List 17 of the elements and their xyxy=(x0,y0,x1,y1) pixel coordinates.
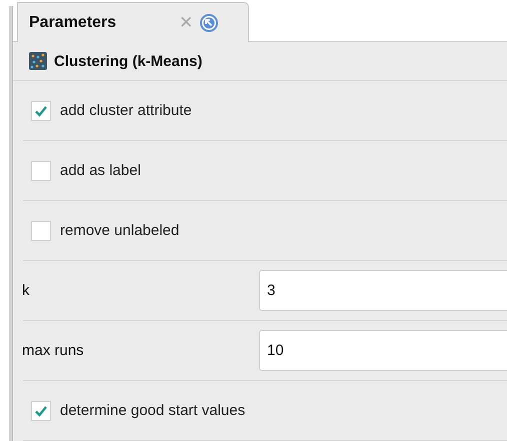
checkbox-label: add cluster attribute xyxy=(60,102,192,119)
checkbox[interactable] xyxy=(31,100,51,120)
number-field[interactable]: 3 xyxy=(259,270,507,311)
parameter-label: k xyxy=(22,282,30,299)
checkbox[interactable] xyxy=(31,220,51,240)
parameters-tab[interactable]: Parameters ✕ xyxy=(17,2,249,42)
number-field[interactable]: 10 xyxy=(259,330,507,371)
checkbox-label: add as label xyxy=(60,162,141,179)
checkmark-icon xyxy=(34,104,48,118)
checkbox-label: remove unlabeled xyxy=(60,222,180,239)
checkbox-label: determine good start values xyxy=(60,402,246,419)
checkmark-icon xyxy=(34,404,48,418)
checkbox[interactable] xyxy=(31,160,51,180)
scatter-icon xyxy=(29,52,47,70)
checkbox[interactable] xyxy=(31,400,51,420)
operator-name: Clustering (k-Means) xyxy=(54,52,202,70)
parameter-label: max runs xyxy=(22,342,85,359)
